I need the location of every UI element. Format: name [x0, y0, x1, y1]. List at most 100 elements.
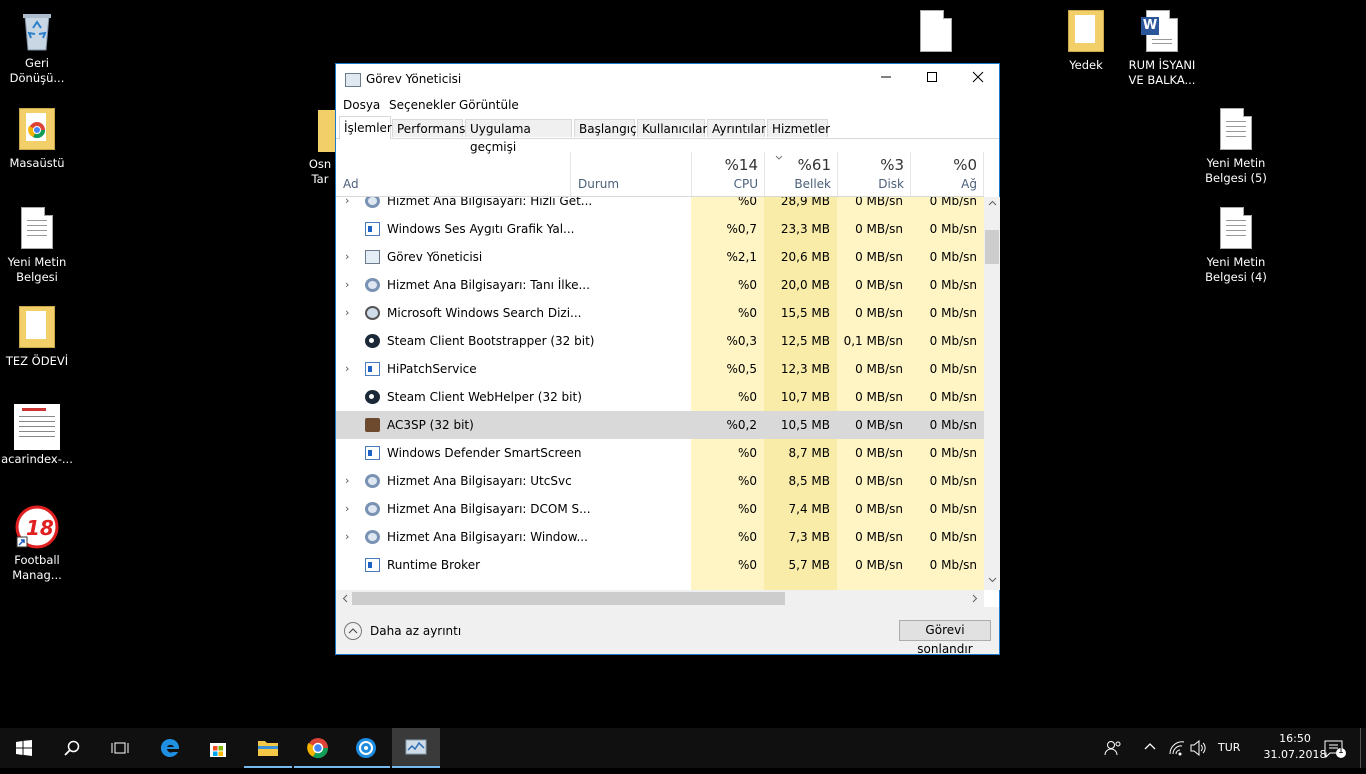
table-row[interactable]: › HiPatchService %0,5 12,3 MB 0 MB/sn 0 Mb/sn: [336, 355, 984, 383]
task-view-icon[interactable]: [96, 728, 144, 768]
table-row[interactable]: › Görev Yöneticisi %2,1 20,6 MB 0 MB/sn 0 Mb/…: [336, 243, 984, 271]
chevron-right-icon[interactable]: ›: [345, 523, 349, 551]
table-row[interactable]: › Hizmet Ana Bilgisayarı: Window... %0 7,3 …: [336, 523, 984, 551]
cpu-value: %0,3: [691, 327, 764, 355]
cpu-label: CPU: [733, 177, 758, 191]
table-row[interactable]: › Hizmet Ana Bilgisayarı: Tanı İlke... %0 2…: [336, 271, 984, 299]
tab-uygulama-gecmisi[interactable]: Uygulama geçmişi: [465, 119, 572, 154]
memory-value: 20,6 MB: [764, 243, 837, 271]
partial-text-document-icon[interactable]: [920, 10, 952, 52]
tab-islemler[interactable]: İşlemler: [339, 116, 392, 139]
table-row[interactable]: Windows Ses Aygıtı Grafik Yal... %0,7 23,3…: [336, 215, 984, 243]
file-explorer-icon[interactable]: [244, 728, 292, 768]
desktop-icon-football-manager[interactable]: 18 Football Manag...: [0, 505, 75, 583]
uplay-icon[interactable]: [342, 728, 390, 768]
table-row[interactable]: AC3SP (32 bit) %0,2 10,5 MB 0 MB/sn 0 Mb/sn: [336, 411, 984, 439]
chevron-right-icon[interactable]: ›: [345, 197, 349, 215]
desktop-icon-label: Osn: [308, 157, 332, 171]
memory-value: 10,7 MB: [764, 383, 837, 411]
desktop-icon-yedek[interactable]: Yedek: [1048, 10, 1124, 73]
edge-icon[interactable]: [146, 728, 194, 768]
tab-kullanicilar[interactable]: Kullanıcılar: [637, 119, 707, 137]
memory-value: 12,3 MB: [764, 355, 837, 383]
table-row-partial[interactable]: [336, 579, 984, 590]
desktop-icon-recycle-bin[interactable]: Geri Dönüşü...: [0, 8, 75, 86]
minimize-button[interactable]: [863, 64, 909, 94]
process-gear-icon: [365, 278, 380, 292]
close-button[interactable]: [955, 64, 1001, 94]
scroll-right-arrow-icon[interactable]: [970, 594, 979, 606]
process-gear-icon: [365, 197, 380, 208]
chevron-right-icon[interactable]: ›: [345, 467, 349, 495]
desktop-icon-text-document[interactable]: Yeni Metin Belgesi: [0, 207, 75, 285]
menu-dosya[interactable]: Dosya: [343, 98, 380, 112]
tab-performans[interactable]: Performans: [392, 119, 465, 137]
column-disk[interactable]: %3 Disk: [837, 152, 910, 196]
menu-secenekler[interactable]: Seçenekler: [389, 98, 456, 112]
tab-ayrintilar[interactable]: Ayrıntılar: [707, 119, 766, 137]
language-indicator[interactable]: TUR: [1218, 741, 1240, 754]
close-icon: [972, 71, 984, 83]
clock[interactable]: 16:50 31.07.2018: [1260, 731, 1330, 763]
search-icon[interactable]: [48, 728, 96, 768]
table-row[interactable]: › Microsoft Windows Search Dizi... %0 15,5 …: [336, 299, 984, 327]
desktop-icon-partial[interactable]: Osn Tar: [300, 157, 340, 187]
column-memory[interactable]: %61 Bellek: [764, 152, 837, 196]
vertical-scrollbar-thumb[interactable]: [985, 230, 999, 264]
people-icon[interactable]: [1104, 740, 1122, 759]
tab-baslangic[interactable]: Başlangıç: [574, 119, 637, 137]
less-details-link[interactable]: Daha az ayrıntı: [370, 624, 461, 638]
task-manager-taskbar-icon[interactable]: [392, 728, 440, 768]
disk-value: 0 MB/sn: [837, 383, 910, 411]
chevron-right-icon[interactable]: ›: [345, 243, 349, 271]
clock-date: 31.07.2018: [1263, 748, 1327, 761]
action-center-icon[interactable]: 1: [1324, 739, 1346, 762]
maximize-button[interactable]: [909, 64, 955, 94]
store-icon[interactable]: [194, 728, 242, 768]
menu-goruntule[interactable]: Görüntüle: [459, 98, 519, 112]
column-name[interactable]: Ad: [336, 152, 570, 196]
chevron-right-icon[interactable]: ›: [345, 299, 349, 327]
volume-icon[interactable]: [1190, 739, 1208, 759]
chevron-up-tray-icon[interactable]: [1143, 740, 1157, 757]
process-name: Görev Yöneticisi: [387, 250, 483, 264]
scroll-left-arrow-icon[interactable]: [341, 594, 350, 606]
desktop-icon-masaustu[interactable]: Masaüstü: [0, 108, 75, 171]
chrome-icon[interactable]: [294, 728, 342, 768]
desktop-icon-text-document-4[interactable]: Yeni Metin Belgesi (4): [1198, 207, 1274, 285]
chevron-right-icon[interactable]: ›: [345, 495, 349, 523]
end-task-button[interactable]: Görevi sonlandır: [899, 620, 991, 656]
chevron-up-icon[interactable]: [344, 622, 362, 640]
horizontal-scrollbar-thumb[interactable]: [352, 592, 785, 605]
desktop-icon-rum-isyani[interactable]: W RUM İSYANI VE BALKA...: [1124, 10, 1200, 88]
cpu-value: %0,2: [726, 418, 758, 432]
column-cpu[interactable]: %14 CPU: [691, 152, 764, 196]
table-row[interactable]: Steam Client Bootstrapper (32 bit) %0,3 12…: [336, 327, 984, 355]
title-bar[interactable]: Görev Yöneticisi: [336, 64, 999, 94]
network-value: 0 Mb/sn: [910, 467, 984, 495]
disk-value: 0 MB/sn: [837, 243, 910, 271]
word-document-icon: W: [1141, 10, 1182, 54]
memory-value: 15,5 MB: [764, 299, 837, 327]
windows-start-icon[interactable]: [0, 728, 48, 768]
scroll-down-arrow-icon[interactable]: [988, 575, 997, 587]
column-status[interactable]: Durum: [570, 152, 691, 196]
process-name: Steam Client Bootstrapper (32 bit): [387, 334, 595, 348]
desktop-icon-text-document-5[interactable]: Yeni Metin Belgesi (5): [1198, 108, 1274, 186]
column-network[interactable]: %0 Ağ: [910, 152, 984, 196]
table-row[interactable]: › Hizmet Ana Bilgisayarı: UtcSvc %0 8,5 MB 0…: [336, 467, 984, 495]
football-manager-icon: 18: [15, 505, 59, 549]
scroll-up-arrow-icon[interactable]: [988, 199, 997, 211]
table-row[interactable]: Runtime Broker %0 5,7 MB 0 MB/sn 0 Mb/sn: [336, 551, 984, 579]
table-row[interactable]: › Hizmet Ana Bilgisayarı: DCOM S... %0 7,4 …: [336, 495, 984, 523]
wifi-icon[interactable]: [1168, 740, 1186, 759]
desktop-icon-acarindex[interactable]: acarindex-...: [0, 404, 75, 467]
show-desktop-button[interactable]: [1360, 728, 1366, 768]
table-row[interactable]: Windows Defender SmartScreen %0 8,7 MB 0 MB…: [336, 439, 984, 467]
desktop-icon-tez-odevi[interactable]: TEZ ÖDEVİ: [0, 306, 75, 369]
chevron-right-icon[interactable]: ›: [345, 355, 349, 383]
table-row[interactable]: Steam Client WebHelper (32 bit) %0 10,7 MB…: [336, 383, 984, 411]
table-row[interactable]: › Hizmet Ana Bilgisayarı: Hızlı Get... %0 2…: [336, 197, 984, 215]
chevron-right-icon[interactable]: ›: [345, 271, 349, 299]
tab-hizmetler[interactable]: Hizmetler: [767, 119, 830, 137]
